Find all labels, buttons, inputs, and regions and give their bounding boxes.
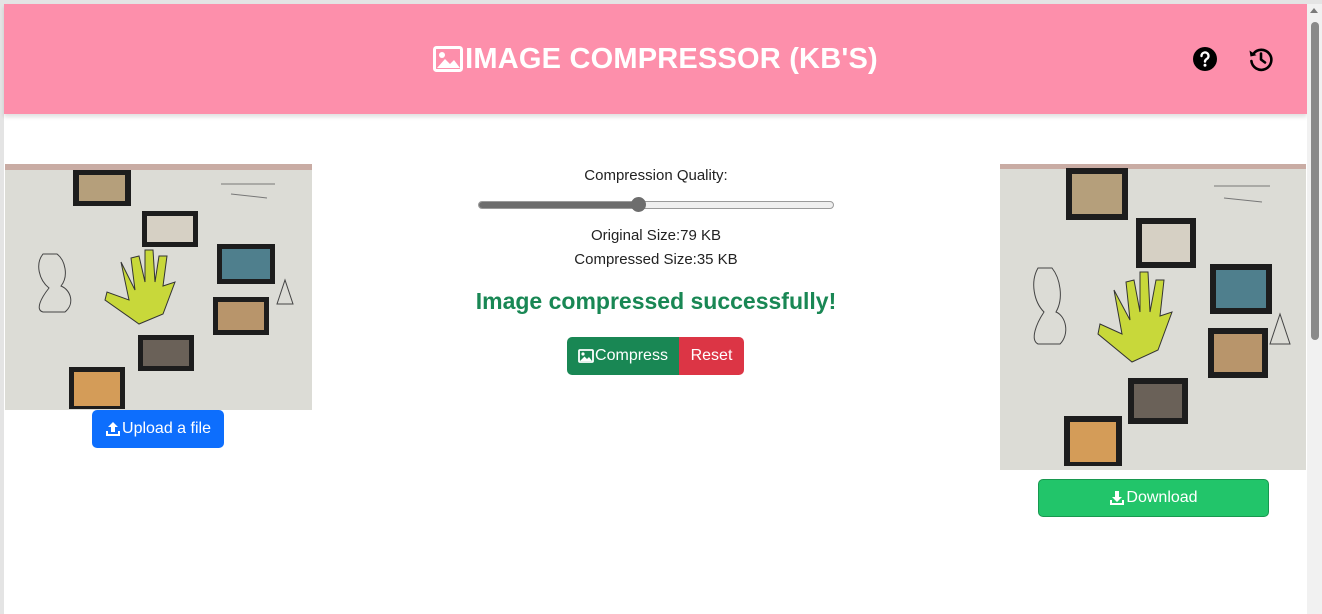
- compressed-image-preview: [1000, 164, 1306, 470]
- question-circle-icon[interactable]: [1192, 46, 1218, 72]
- status-message: Image compressed successfully!: [475, 288, 837, 314]
- reset-button[interactable]: Reset: [679, 337, 744, 375]
- reset-label: Reset: [690, 347, 733, 364]
- scrollbar-thumb[interactable]: [1311, 22, 1319, 340]
- compress-button[interactable]: Compress: [567, 337, 679, 375]
- history-icon[interactable]: [1248, 46, 1274, 72]
- upload-icon: [106, 422, 121, 436]
- app-header: IMAGE COMPRESSOR (KB'S): [4, 4, 1307, 114]
- image-icon: [433, 46, 464, 72]
- scroll-up-arrow[interactable]: [1310, 8, 1318, 13]
- compressed-size-text: Compressed Size:35 KB: [574, 251, 738, 268]
- compression-quality-label: Compression Quality:: [584, 167, 728, 184]
- slider-fill: [479, 202, 639, 208]
- download-icon: [1110, 491, 1125, 505]
- header-actions: [1192, 46, 1274, 72]
- compression-quality-slider[interactable]: [478, 201, 834, 209]
- original-image-preview: [5, 164, 312, 410]
- vertical-scrollbar[interactable]: [1307, 4, 1322, 614]
- compressed-image: [1000, 164, 1306, 470]
- download-button[interactable]: Download: [1038, 479, 1269, 517]
- download-label: Download: [1126, 489, 1198, 506]
- app-window: IMAGE COMPRESSOR (KB'S) Upload a file Co…: [0, 0, 1322, 614]
- upload-file-button[interactable]: Upload a file: [92, 410, 224, 448]
- page-title-text: IMAGE COMPRESSOR (KB'S): [465, 42, 878, 75]
- slider-thumb[interactable]: [631, 197, 647, 212]
- upload-file-label: Upload a file: [122, 420, 211, 437]
- original-image: [5, 164, 312, 410]
- image-icon: [578, 349, 594, 363]
- original-size-text: Original Size:79 KB: [590, 227, 722, 244]
- compress-label: Compress: [595, 347, 668, 364]
- page-title: IMAGE COMPRESSOR (KB'S): [433, 43, 878, 76]
